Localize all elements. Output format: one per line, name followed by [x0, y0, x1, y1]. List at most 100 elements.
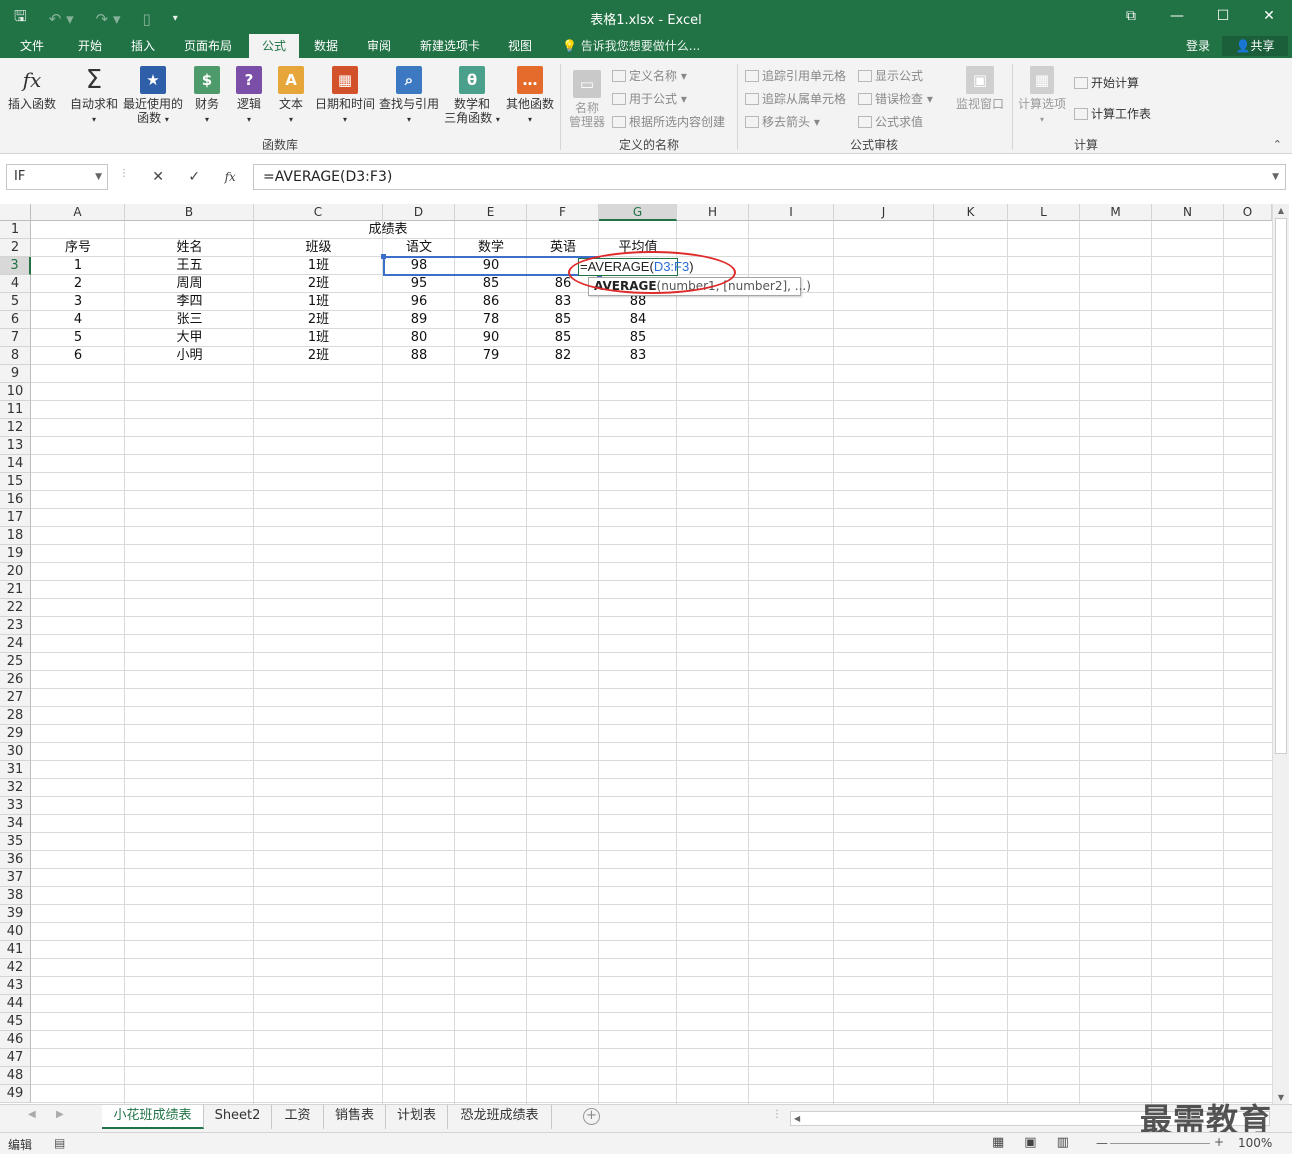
column-header-k[interactable]: K — [934, 204, 1008, 221]
row-header-15[interactable]: 15 — [0, 473, 31, 491]
cell-e5[interactable]: 86 — [455, 293, 527, 311]
row-header-43[interactable]: 43 — [0, 977, 31, 995]
normal-view-icon[interactable]: ▦ — [992, 1135, 1004, 1150]
minimize-icon[interactable]: — — [1154, 0, 1200, 34]
sheet-tab-3[interactable]: 工资 — [272, 1105, 324, 1129]
name-box[interactable]: IF ▼ — [6, 164, 108, 190]
watch-window-button[interactable]: ▣ 监视窗口 — [952, 66, 1008, 111]
close-icon[interactable]: ✕ — [1246, 0, 1292, 34]
row-header-23[interactable]: 23 — [0, 617, 31, 635]
row-header-42[interactable]: 42 — [0, 959, 31, 977]
cell-e7[interactable]: 90 — [455, 329, 527, 347]
add-sheet-icon[interactable]: + — [583, 1108, 600, 1125]
column-header-e[interactable]: E — [455, 204, 527, 221]
collapse-ribbon-icon[interactable]: ⌃ — [1273, 138, 1282, 151]
row-header-40[interactable]: 40 — [0, 923, 31, 941]
tab-review[interactable]: 审阅 — [359, 34, 399, 58]
math-trig-button[interactable]: θ 数学和 三角函数 ▾ — [444, 66, 500, 127]
cell-e6[interactable]: 78 — [455, 311, 527, 329]
error-checking-button[interactable]: 错误检查 ▾ — [858, 90, 933, 107]
row-header-24[interactable]: 24 — [0, 635, 31, 653]
maximize-icon[interactable]: ☐ — [1200, 0, 1246, 34]
vertical-scrollbar[interactable]: ▲ ▼ — [1272, 204, 1289, 1104]
column-header-l[interactable]: L — [1008, 204, 1080, 221]
row-header-28[interactable]: 28 — [0, 707, 31, 725]
column-header-o[interactable]: O — [1224, 204, 1272, 221]
row-header-45[interactable]: 45 — [0, 1013, 31, 1031]
logical-button[interactable]: ? 逻辑 ▾ — [230, 66, 268, 127]
cell-d4[interactable]: 95 — [383, 275, 455, 293]
row-header-46[interactable]: 46 — [0, 1031, 31, 1049]
name-manager-button[interactable]: ▭ 名称 管理器 — [566, 70, 608, 129]
splitter-icon[interactable]: ⋮ — [772, 1109, 782, 1120]
column-header-i[interactable]: I — [749, 204, 834, 221]
page-break-view-icon[interactable]: ▥ — [1057, 1135, 1069, 1150]
cell-a5[interactable]: 3 — [31, 293, 125, 311]
calc-options-button[interactable]: ▦ 计算选项 ▾ — [1016, 66, 1068, 127]
row-header-17[interactable]: 17 — [0, 509, 31, 527]
page-layout-view-icon[interactable]: ▣ — [1024, 1135, 1036, 1150]
row-header-33[interactable]: 33 — [0, 797, 31, 815]
cell-f8[interactable]: 82 — [527, 347, 599, 365]
column-header-h[interactable]: H — [677, 204, 749, 221]
row-header-19[interactable]: 19 — [0, 545, 31, 563]
row-header-11[interactable]: 11 — [0, 401, 31, 419]
cell-b6[interactable]: 张三 — [125, 311, 254, 329]
cell-c8[interactable]: 2班 — [254, 347, 383, 365]
cell-c7[interactable]: 1班 — [254, 329, 383, 347]
calc-now-button[interactable]: 开始计算 — [1074, 74, 1139, 91]
tab-insert[interactable]: 插入 — [123, 34, 163, 58]
cell-c4[interactable]: 2班 — [254, 275, 383, 293]
header-cell-f[interactable]: 英语 — [527, 239, 599, 257]
fx-icon[interactable]: fx — [225, 170, 236, 184]
row-header-8[interactable]: 8 — [0, 347, 31, 365]
text-button[interactable]: A 文本 ▾ — [272, 66, 310, 127]
row-header-39[interactable]: 39 — [0, 905, 31, 923]
cell-d5[interactable]: 96 — [383, 293, 455, 311]
cell-g6[interactable]: 84 — [599, 311, 677, 329]
scroll-down-icon[interactable]: ▼ — [1273, 1093, 1289, 1102]
row-header-5[interactable]: 5 — [0, 293, 31, 311]
cell-d6[interactable]: 89 — [383, 311, 455, 329]
remove-arrows-button[interactable]: 移去箭头 ▾ — [745, 113, 820, 130]
row-header-22[interactable]: 22 — [0, 599, 31, 617]
next-sheet-icon[interactable]: ▶ — [56, 1109, 64, 1120]
cell-d8[interactable]: 88 — [383, 347, 455, 365]
row-header-34[interactable]: 34 — [0, 815, 31, 833]
cell-c6[interactable]: 2班 — [254, 311, 383, 329]
column-header-j[interactable]: J — [834, 204, 934, 221]
column-header-n[interactable]: N — [1152, 204, 1224, 221]
row-header-37[interactable]: 37 — [0, 869, 31, 887]
insert-function-button[interactable]: fx 插入函数 — [6, 66, 58, 111]
cell-e4[interactable]: 85 — [455, 275, 527, 293]
sheet-title-cell[interactable]: 成绩表 — [31, 221, 745, 239]
row-header-9[interactable]: 9 — [0, 365, 31, 383]
row-header-41[interactable]: 41 — [0, 941, 31, 959]
column-header-m[interactable]: M — [1080, 204, 1152, 221]
tab-page-layout[interactable]: 页面布局 — [176, 34, 240, 58]
header-cell-b[interactable]: 姓名 — [125, 239, 254, 257]
row-header-21[interactable]: 21 — [0, 581, 31, 599]
cell-b3[interactable]: 王五 — [125, 257, 254, 275]
cell-b8[interactable]: 小明 — [125, 347, 254, 365]
row-header-20[interactable]: 20 — [0, 563, 31, 581]
scroll-left-icon[interactable]: ◀ — [794, 1112, 800, 1125]
row-header-16[interactable]: 16 — [0, 491, 31, 509]
tab-data[interactable]: 数据 — [306, 34, 346, 58]
recent-functions-button[interactable]: ★ 最近使用的 函数 ▾ — [122, 66, 184, 127]
row-header-30[interactable]: 30 — [0, 743, 31, 761]
row-header-25[interactable]: 25 — [0, 653, 31, 671]
row-header-26[interactable]: 26 — [0, 671, 31, 689]
sheet-tab-1[interactable]: 小花班成绩表 — [102, 1105, 204, 1129]
zoom-out-icon[interactable]: — — [1096, 1136, 1108, 1150]
cell-c5[interactable]: 1班 — [254, 293, 383, 311]
row-header-48[interactable]: 48 — [0, 1067, 31, 1085]
row-header-4[interactable]: 4 — [0, 275, 31, 293]
row-header-3[interactable]: 3 — [0, 257, 31, 275]
macro-record-icon[interactable]: ▤ — [54, 1136, 65, 1150]
header-cell-a[interactable]: 序号 — [31, 239, 125, 257]
zoom-in-icon[interactable]: + — [1214, 1135, 1224, 1149]
cell-b4[interactable]: 周周 — [125, 275, 254, 293]
more-functions-button[interactable]: … 其他函数 ▾ — [504, 66, 556, 127]
trace-precedents-button[interactable]: 追踪引用单元格 — [745, 67, 846, 84]
